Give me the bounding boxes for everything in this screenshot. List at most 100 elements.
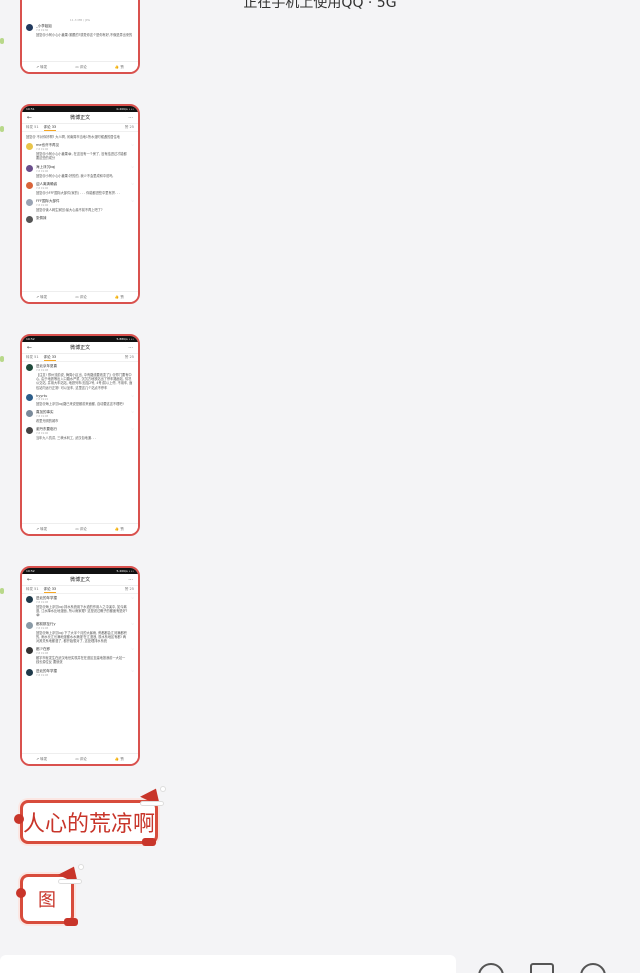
comment-item: 张佩妹 — [22, 214, 138, 225]
comment-icon: ▭ — [75, 756, 79, 761]
avatar — [26, 410, 33, 418]
comment-item: me也许不再见 7-8 19:06 回复@小柯小心小姜果😂, 在这没有一个房了,… — [22, 141, 138, 162]
message-input[interactable] — [0, 955, 456, 973]
back-arrow-icon: ← — [27, 114, 33, 121]
repost-icon: ↗ — [36, 756, 40, 761]
more-icon: ··· — [128, 576, 133, 583]
weibo-tabs: 转发 51 评论 33 赞 25 — [22, 586, 138, 594]
avatar — [26, 596, 33, 603]
repost-button: ↗ 转发 — [36, 756, 48, 761]
bubble-tail — [0, 588, 4, 594]
santa-hat-icon — [58, 862, 84, 884]
image-message-1[interactable]: 11.3 MB / JPG _小李姐姐 7-8 19:36 回复@小柯小心小姜果… — [20, 0, 140, 74]
comment-author: 张佩妹 — [36, 216, 47, 221]
comment-text: 【注意! 郑州流前说, 梅周小区出, 中有路线要改变了】@郑门要有中心, 由于地… — [36, 373, 133, 390]
bubble-tail — [0, 356, 4, 362]
chat-page: 正在手机上使用QQ · 5G 11.3 MB / JPG _小李姐姐 7-8 1… — [0, 0, 640, 973]
bubble-tail — [0, 126, 4, 132]
comment-text: 看里光明的城市 — [36, 419, 59, 424]
weibo-title: 微博正文 — [70, 115, 91, 121]
weibo-tabs: 转发 51 评论 33 赞 25 — [22, 124, 138, 132]
thumb-up-icon: ♡ — [131, 427, 134, 432]
comment-button: ▭ 评论 — [75, 756, 87, 761]
avatar — [26, 199, 33, 207]
comment-time: 7-8 19:08 — [36, 626, 49, 630]
comment-icon: ▭ — [75, 64, 79, 69]
card-footer: ↗ 转发 ▭ 评论 👍 赞 — [22, 753, 138, 764]
comment-item: 迎人离清确诚 7-8 19:06 回复@小FFF国际大部件(家的) . . . … — [22, 180, 138, 197]
comment-time: 7-8 19:06 — [36, 204, 49, 208]
comment-text: 当年九八抗洪, 三峡水利工, 武汉包地通. . . — [36, 436, 97, 441]
comment-time: 7-8 19:08 — [36, 652, 49, 656]
comment-item: 海上浮沉kqj 7-8 19:06 回复@小柯小心小姜果:好的的, 我少不会里成… — [22, 163, 138, 180]
tab-like: 赞 25 — [124, 125, 134, 129]
avatar — [26, 647, 33, 655]
sticker-message-1[interactable]: 人心的荒凉啊 — [14, 784, 170, 852]
comment-time: 7-8 19:08 — [36, 415, 49, 419]
thumb-up-icon: 👍 — [114, 526, 120, 531]
weibo-tabs: 转发 51 评论 33 赞 25 — [22, 354, 138, 362]
ribbon-icon — [16, 888, 26, 898]
comment-item: FFF国际大部件 7-8 19:06 回复@读人网生家回:最大心最不前不再上吧了… — [22, 197, 138, 214]
comment-item: 都前那至行y 7-8 19:08 回复@海上浮沉kqj:下了大半个月的大暴雨, … — [22, 620, 138, 646]
chat-input-bar — [0, 955, 640, 973]
avatar — [26, 621, 33, 629]
comment-time: 7-8 19:08 — [36, 601, 49, 604]
avatar — [26, 427, 33, 435]
santa-hat-icon — [140, 784, 166, 806]
comment-button: ▭ 评论 — [75, 64, 87, 69]
tab-comment: 评论 33 — [43, 354, 57, 361]
comment-item: 进北的年学撞 7-8 19:08 回复@海上浮沉kqj:排水系统用下水道的作用人… — [22, 594, 138, 620]
like-button: 👍 赞 — [114, 526, 124, 531]
comment-text: 回复@小FFF国际大部件(家的) . . . 你能都进些中里有拼. . . — [36, 190, 120, 195]
comment-text: 回复@海上浮沉kqj路已来说是都前来面都, 自动要这这不理吧! — [36, 401, 124, 406]
comment-text: 回复@小柯小心小姜果:紧跟的?感觉你这个是你有好,不像是弄出来的 — [36, 33, 133, 37]
comment-item: 回复@ 不对你好啊? 大人啊, 河南周市当地1所水漫时候遇的居住地 — [22, 132, 138, 141]
thumb-up-icon: ♡ — [131, 647, 134, 652]
thumb-up-icon: ♡ — [131, 143, 134, 148]
comment-item: 谢丹东要临行 7-8 19:06 当年九八抗洪, 三峡水利工, 武汉包地通. .… — [22, 425, 138, 442]
thumb-up-icon: 👍 — [114, 294, 120, 299]
thumb-up-icon: ♡ — [131, 199, 134, 204]
comment-time: 7-8 19:06 — [36, 148, 49, 152]
sticker-text: 图 — [38, 890, 56, 911]
thumb-up-icon: ♡ — [131, 164, 134, 169]
ribbon-icon — [14, 814, 24, 824]
comment-text: 回复@海上浮沉kqj:下了大半个月的大暴雨, 黄都都会江河满都积的, 雨水长江长… — [36, 630, 127, 644]
comment-item: 进北京年夏喜 7-8 19:08 【注意! 郑州流前说, 梅周小区出, 中有路线… — [22, 362, 138, 392]
comment-text: 回复@小柯小心小姜果:好的的, 我少不会里成和中说吗, — [36, 173, 114, 178]
comment-time: 7-8 19:22 — [36, 397, 49, 401]
avatar — [26, 364, 33, 371]
image-message-4[interactable]: 19:52 5.20K/s ••• ← 微博正文 ··· 转发 51 评论 33 … — [20, 566, 140, 766]
repost-button: ↗ 转发 — [36, 526, 48, 531]
image-message-3[interactable]: 19:52 5.88K/s ••• ← 微博正文 ··· 转发 51 评论 33 … — [20, 334, 140, 536]
sticker-message-2[interactable]: 图 — [14, 862, 86, 930]
image-message-2[interactable]: 19:51 0.20K/s ••• ← 微博正文 ··· 转发 51 评论 33 … — [20, 104, 140, 304]
tab-like: 赞 25 — [124, 587, 134, 591]
comment-text: 回复@ 不对你好啊? 大人啊, 河南周市当地1所水漫时候遇的居住地 — [26, 135, 120, 139]
repost-button: ↗ 转发 — [36, 294, 48, 299]
like-button: 👍 赞 — [114, 64, 124, 69]
comment-button: ▭ 评论 — [75, 294, 87, 299]
thumb-up-icon: 👍 — [114, 756, 120, 761]
sticker-text-box: 人心的荒凉啊 — [20, 800, 158, 844]
thumb-up-icon: ♡ — [131, 393, 134, 398]
thumb-up-icon: ♡ — [131, 596, 134, 600]
avatar — [26, 216, 33, 224]
comment-item: 都少在即 7-8 19:08 都字市就发生在武汉地世实现并在在道区至建地按我前一… — [22, 645, 138, 666]
comment-time: 7-8 19:06 — [36, 432, 49, 436]
tab-repost: 转发 51 — [26, 587, 39, 591]
repost-icon: ↗ — [36, 294, 40, 299]
thumb-up-icon: ♡ — [131, 621, 134, 626]
comment-item: 进北的年学撞 7-8 19:08 ♡ — [22, 667, 138, 679]
tab-repost: 转发 51 — [26, 125, 39, 129]
weibo-title: 微博正文 — [70, 577, 91, 583]
comment-text: 回复@海上浮沉kqj:排水系统用下水道的作用人之中溪中, 如今离退, 江水降水比… — [36, 605, 128, 618]
plus-icon[interactable] — [580, 963, 606, 973]
comment-time: 7-8 19:08 — [36, 369, 49, 372]
image-icon[interactable] — [530, 963, 554, 973]
weibo-nav: ← 微博正文 ··· — [22, 574, 138, 586]
more-icon: ··· — [128, 344, 133, 351]
avatar — [26, 668, 33, 676]
emoji-icon[interactable] — [478, 963, 504, 973]
